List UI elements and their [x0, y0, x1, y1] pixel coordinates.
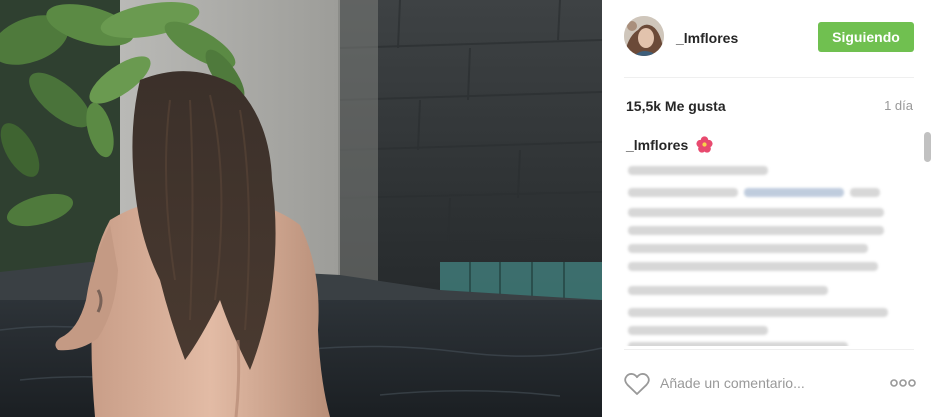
blurred-caption-line [628, 244, 868, 253]
blurred-caption-line [628, 342, 848, 346]
post-age[interactable]: 1 día [884, 98, 913, 113]
scroll-thumb[interactable] [924, 132, 931, 162]
post-photo[interactable] [0, 0, 602, 417]
comments-area: _lmflores [624, 128, 914, 346]
blurred-caption-line [850, 188, 880, 197]
instagram-post: _lmflores Siguiendo 15,5k Me gusta 1 día… [0, 0, 935, 417]
blurred-caption-line [628, 326, 768, 335]
blurred-caption-line [628, 208, 884, 217]
blurred-caption-line [628, 262, 878, 271]
avatar-image [624, 16, 664, 56]
more-options-icon[interactable] [890, 378, 916, 388]
caption-header: _lmflores [626, 136, 713, 153]
blurred-caption-line [628, 166, 768, 175]
post-panel: _lmflores Siguiendo 15,5k Me gusta 1 día… [602, 0, 935, 417]
blurred-caption-link [744, 188, 844, 197]
post-username[interactable]: _lmflores [676, 30, 738, 46]
comments-scrollbar[interactable] [924, 132, 931, 342]
comment-input[interactable] [660, 368, 870, 398]
heart-icon[interactable] [624, 372, 650, 396]
post-header: _lmflores Siguiendo [624, 16, 914, 60]
blurred-caption-line [628, 188, 738, 197]
avatar[interactable] [624, 16, 664, 56]
blurred-caption-line [628, 308, 888, 317]
photo-illustration [0, 0, 602, 417]
blurred-caption-line [628, 286, 828, 295]
like-count[interactable]: 15,5k Me gusta [626, 98, 726, 114]
header-divider [624, 77, 914, 78]
following-button[interactable]: Siguiendo [818, 22, 914, 52]
hibiscus-icon [696, 136, 713, 153]
blurred-caption-line [628, 226, 884, 235]
post-footer [624, 364, 916, 400]
caption-username[interactable]: _lmflores [626, 137, 688, 153]
footer-divider [624, 349, 914, 350]
